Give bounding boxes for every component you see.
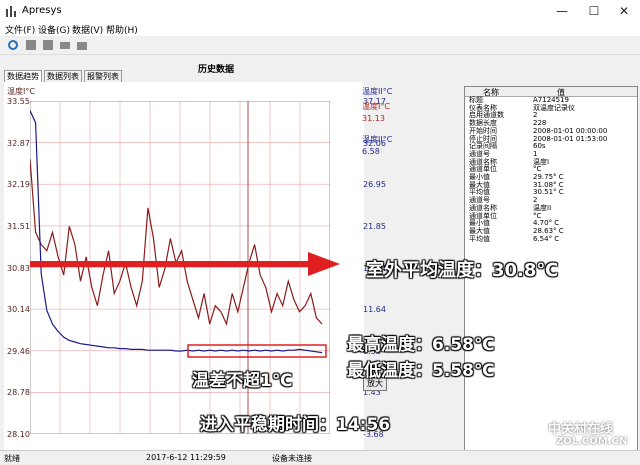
left-tick-label: 29.46 <box>7 346 30 356</box>
legend-series2-value: 6.58 <box>362 147 380 156</box>
export-icon[interactable] <box>42 39 54 51</box>
folder-icon[interactable] <box>76 39 88 51</box>
row-value: 30.51° C <box>533 188 564 197</box>
annotation-min-temp: 最低温度：5.58℃ <box>347 361 495 381</box>
minimize-button[interactable]: — <box>548 2 576 20</box>
annotation-stable-time: 进入平稳期时间：14:56 <box>200 415 391 435</box>
left-tick-label: 28.10 <box>7 430 30 439</box>
status-bar: 就绪 2017-6-12 11:29:59 设备未连接 <box>0 450 640 465</box>
watermark-text: 中关村在线 <box>548 422 614 437</box>
save-icon[interactable] <box>25 39 37 51</box>
annotation-outdoor-avg: 室外平均温度：30.8℃ <box>366 260 559 281</box>
menu-file[interactable]: 文件(F) <box>5 23 35 36</box>
left-tick-label: 33.55 <box>7 97 30 106</box>
status-time: 2017-6-12 11:29:59 <box>146 453 226 462</box>
panel-title: 历史数据 <box>198 65 235 75</box>
menu-device[interactable]: 设备(G) <box>38 23 70 36</box>
menu-bar: 文件(F) 设备(G) 数据(V) 帮助(H) <box>0 22 640 36</box>
refresh-icon[interactable] <box>7 39 19 51</box>
toolbar <box>0 36 640 55</box>
window-title: Apresys <box>22 5 62 16</box>
row-name: 平均值 <box>469 234 490 243</box>
print-icon[interactable] <box>59 39 71 51</box>
table-row[interactable]: 平均值 30.51° C <box>465 189 637 197</box>
left-tick-label: 32.87 <box>7 138 30 148</box>
row-value: 6.54° C <box>533 234 560 243</box>
watermark-url: ZOL.COM.CN <box>556 436 628 447</box>
status-device: 设备未连接 <box>272 454 312 463</box>
table-row[interactable]: 平均值 6.54° C <box>465 234 637 244</box>
left-tick-label: 30.83 <box>7 263 30 273</box>
annotation-max-temp: 最高温度：6.58℃ <box>347 335 495 355</box>
legend-series1-label: 温度I°C <box>362 102 390 111</box>
menu-help[interactable]: 帮助(H) <box>106 23 138 36</box>
legend-series1-value: 31.13 <box>362 114 385 123</box>
right-tick-label: 11.64 <box>363 305 386 315</box>
row-value: 双温度记录仪 <box>533 103 575 112</box>
table-row[interactable]: 记录间隔 60s <box>465 142 637 151</box>
left-tick-label: 32.19 <box>7 180 30 190</box>
right-axis-unit: 温度II°C <box>362 87 393 96</box>
red-arrow <box>30 252 340 276</box>
left-tick-label: 30.14 <box>7 305 30 315</box>
right-tick-label: 21.85 <box>363 221 386 231</box>
left-axis-unit: 温度I°C <box>7 87 35 96</box>
right-tick-label: 26.95 <box>363 180 386 190</box>
series-temp2-line <box>30 110 323 354</box>
maximize-button[interactable]: ☐ <box>580 2 608 20</box>
status-ready: 就绪 <box>4 454 20 463</box>
title-bar: Apresys — ☐ ✕ <box>0 0 640 22</box>
left-tick-label: 28.78 <box>7 388 30 398</box>
left-tick-label: 31.51 <box>7 221 30 231</box>
series-temp1-line <box>30 158 323 326</box>
close-button[interactable]: ✕ <box>610 2 638 20</box>
legend-series2-label: 温度II°C <box>362 135 393 144</box>
app-logo-icon <box>6 6 16 17</box>
menu-data[interactable]: 数据(V) <box>72 23 103 36</box>
annotation-diff: 温差不超1℃ <box>192 371 293 391</box>
